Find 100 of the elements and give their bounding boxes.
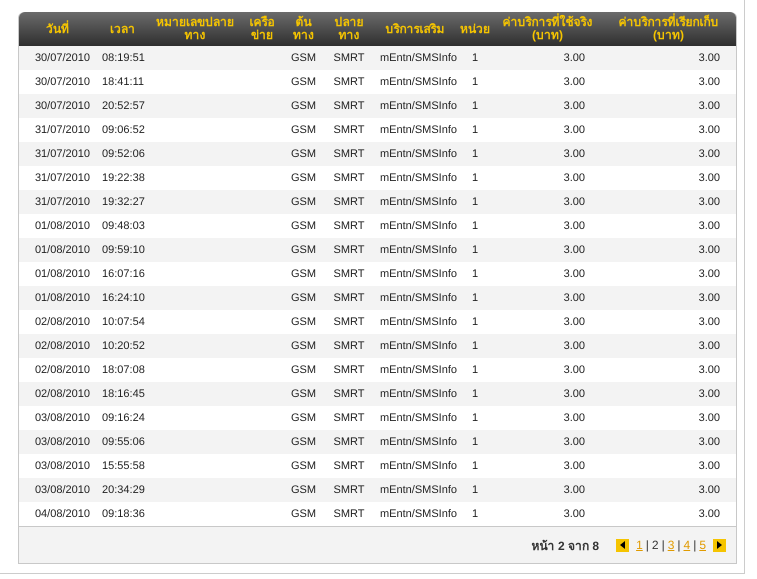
table-cell: mEntn/SMSInfo — [380, 292, 458, 304]
table-cell: GSM — [290, 148, 316, 160]
table-cell: 01/08/2010 — [34, 220, 90, 232]
table-cell: 1 — [472, 484, 478, 496]
table-cell: 3.00 — [564, 244, 585, 256]
table-cell: GSM — [290, 124, 316, 136]
table-cell: GSM — [290, 292, 316, 304]
column-header: หน่วย — [460, 22, 490, 36]
table-cell: 18:07:08 — [102, 364, 145, 376]
table-cell: 3.00 — [564, 316, 585, 328]
table-cell: GSM — [290, 412, 316, 424]
table-cell: 08:19:51 — [102, 52, 145, 64]
table-cell: 3.00 — [698, 172, 720, 184]
table-cell: SMRT — [334, 268, 364, 280]
table-cell: mEntn/SMSInfo — [380, 268, 458, 280]
table-cell: mEntn/SMSInfo — [380, 220, 458, 232]
table-cell: GSM — [290, 100, 316, 112]
table-cell: 09:48:03 — [102, 220, 145, 232]
previous-page-button[interactable] — [616, 538, 630, 552]
table-cell: 1 — [472, 76, 478, 88]
next-page-button[interactable] — [713, 538, 726, 552]
table-cell: 31/07/2010 — [34, 196, 90, 208]
table-cell: 1 — [472, 268, 478, 280]
table-cell: mEntn/SMSInfo — [380, 196, 458, 208]
table-cell: 3.00 — [564, 436, 585, 448]
table-cell: 3.00 — [564, 76, 585, 88]
table-cell: 3.00 — [698, 484, 720, 496]
table-cell: 1 — [472, 364, 478, 376]
table-cell: 1 — [472, 172, 478, 184]
page-separator: | — [646, 538, 649, 552]
column-header: หมายเลขปลาย ทาง — [156, 15, 234, 42]
page-link[interactable]: 3 — [668, 538, 674, 552]
table-cell: 09:55:06 — [102, 436, 145, 448]
table-cell: GSM — [290, 364, 316, 376]
table-cell: mEntn/SMSInfo — [380, 364, 458, 376]
table-cell: 04/08/2010 — [34, 508, 90, 520]
table-cell: mEntn/SMSInfo — [380, 484, 458, 496]
table-cell: 3.00 — [698, 220, 720, 232]
table-cell: mEntn/SMSInfo — [380, 412, 458, 424]
table-cell: GSM — [290, 52, 316, 64]
table-cell: 3.00 — [698, 508, 720, 520]
table-cell: 3.00 — [698, 124, 720, 136]
table-cell: 3.00 — [564, 364, 585, 376]
table-cell: GSM — [290, 196, 316, 208]
column-header: ค่าบริการที่เรียกเก็บ (บาท) — [618, 15, 718, 42]
table-cell: SMRT — [334, 76, 364, 88]
table-cell: mEntn/SMSInfo — [380, 124, 458, 136]
table-cell: 09:16:24 — [102, 412, 145, 424]
table-cell: 03/08/2010 — [34, 436, 90, 448]
table-cell: 1 — [472, 412, 478, 424]
table-cell: SMRT — [334, 508, 364, 520]
table-cell: 09:52:06 — [102, 148, 145, 160]
table-cell: 3.00 — [698, 460, 720, 472]
table-cell: 3.00 — [698, 196, 720, 208]
table-cell: 3.00 — [564, 292, 585, 304]
table-cell: 02/08/2010 — [34, 364, 90, 376]
table-cell: mEntn/SMSInfo — [380, 148, 458, 160]
table-cell: 30/07/2010 — [34, 52, 90, 64]
table-cell: SMRT — [334, 100, 364, 112]
table-cell: SMRT — [334, 196, 364, 208]
table-cell: mEntn/SMSInfo — [380, 52, 458, 64]
table-cell: 1 — [472, 244, 478, 256]
page-link[interactable]: 5 — [699, 538, 706, 552]
table-cell: 3.00 — [564, 268, 585, 280]
table-cell: 10:07:54 — [102, 316, 145, 328]
table-cell: mEntn/SMSInfo — [380, 508, 458, 520]
table-cell: 3.00 — [564, 148, 585, 160]
table-cell: GSM — [290, 244, 316, 256]
table-cell: 3.00 — [564, 412, 585, 424]
table-cell: 30/07/2010 — [34, 100, 90, 112]
table-cell: 31/07/2010 — [34, 124, 90, 136]
table-cell: 1 — [472, 316, 478, 328]
table-cell: 1 — [472, 52, 478, 64]
page-link[interactable]: 2 — [652, 538, 659, 552]
column-header: ต้น ทาง — [293, 15, 314, 42]
table-cell: 31/07/2010 — [34, 148, 90, 160]
table-cell: mEntn/SMSInfo — [380, 100, 458, 112]
table-cell: 3.00 — [564, 52, 585, 64]
table-cell: 01/08/2010 — [34, 268, 90, 280]
table-cell: GSM — [290, 316, 316, 328]
table-cell: 3.00 — [698, 52, 720, 64]
table-cell: 3.00 — [564, 388, 585, 400]
table-cell: 1 — [472, 388, 478, 400]
page-separator: | — [693, 538, 696, 552]
table-cell: 3.00 — [698, 364, 720, 376]
page-link[interactable]: 1 — [636, 538, 643, 552]
table-cell: 3.00 — [698, 388, 720, 400]
table-cell: 19:22:38 — [102, 172, 145, 184]
table-cell: 02/08/2010 — [34, 316, 90, 328]
table-cell: GSM — [290, 436, 316, 448]
table-cell: 3.00 — [698, 244, 720, 256]
table-cell: 3.00 — [564, 220, 585, 232]
page-link[interactable]: 4 — [684, 538, 690, 552]
table-cell: mEntn/SMSInfo — [380, 172, 458, 184]
table-cell: 3.00 — [698, 268, 720, 280]
table-cell: 1 — [472, 460, 478, 472]
table-cell: 01/08/2010 — [34, 292, 90, 304]
table-cell: SMRT — [334, 172, 364, 184]
column-header: วันที่ — [46, 22, 69, 36]
table-cell: mEntn/SMSInfo — [380, 316, 458, 328]
